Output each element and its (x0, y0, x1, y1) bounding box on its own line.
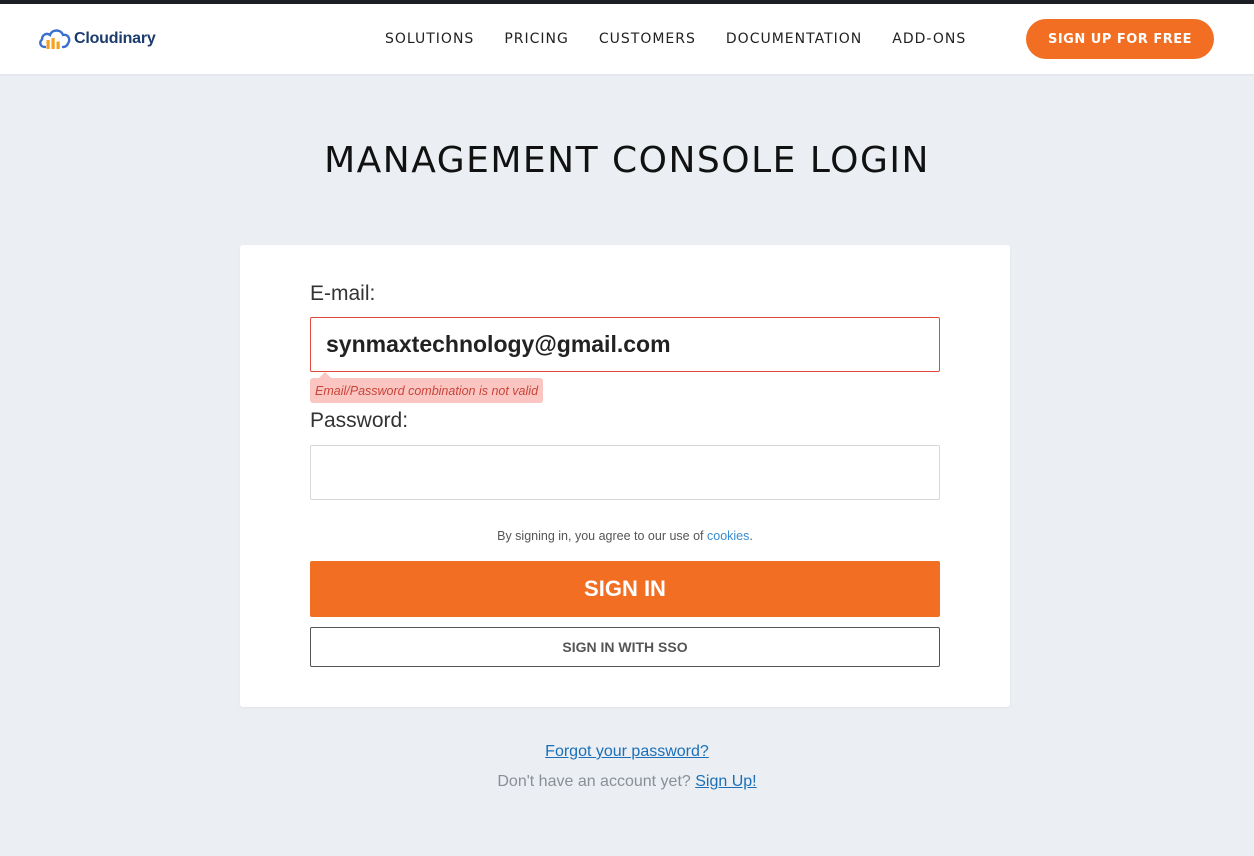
nav-item-add-ons[interactable]: ADD-ONS (892, 31, 966, 47)
password-field[interactable] (310, 445, 940, 500)
sign-in-button[interactable]: SIGN IN (310, 561, 940, 617)
email-label: E-mail: (310, 282, 376, 305)
email-field[interactable]: synmaxtechnology@gmail.com (310, 317, 940, 372)
login-error-message: Email/Password combination is not valid (310, 372, 544, 403)
sign-up-free-button[interactable]: SIGN UP FOR FREE (1026, 19, 1214, 59)
nav-item-solutions[interactable]: SOLUTIONS (385, 31, 474, 47)
cookie-consent-text: By signing in, you agree to our use of c… (240, 529, 1010, 543)
login-card: E-mail: synmaxtechnology@gmail.com Email… (240, 245, 1010, 707)
agree-suffix: . (749, 529, 753, 543)
brand-name: Cloudinary (74, 30, 156, 47)
no-account-text: Don't have an account yet? (497, 773, 691, 790)
nav-item-pricing[interactable]: PRICING (504, 31, 569, 47)
cookies-link[interactable]: cookies (707, 529, 749, 543)
forgot-password-link[interactable]: Forgot your password? (545, 743, 709, 760)
cloudinary-logo[interactable]: Cloudinary (38, 24, 156, 54)
nav-item-customers[interactable]: CUSTOMERS (599, 31, 696, 47)
main-nav: SOLUTIONS PRICING CUSTOMERS DOCUMENTATIO… (385, 4, 996, 74)
nav-item-documentation[interactable]: DOCUMENTATION (726, 31, 862, 47)
agree-text: By signing in, you agree to our use of (497, 529, 704, 543)
sign-up-link[interactable]: Sign Up! (695, 773, 756, 790)
site-header: Cloudinary SOLUTIONS PRICING CUSTOMERS D… (0, 4, 1254, 74)
signup-prompt-row: Don't have an account yet? Sign Up! (0, 773, 1254, 791)
password-label: Password: (310, 409, 409, 432)
sign-in-sso-button[interactable]: SIGN IN WITH SSO (310, 627, 940, 667)
page-title: MANAGEMENT CONSOLE LOGIN (324, 140, 930, 181)
cloudinary-logo-icon (38, 27, 72, 51)
forgot-password-row: Forgot your password? (0, 743, 1254, 761)
